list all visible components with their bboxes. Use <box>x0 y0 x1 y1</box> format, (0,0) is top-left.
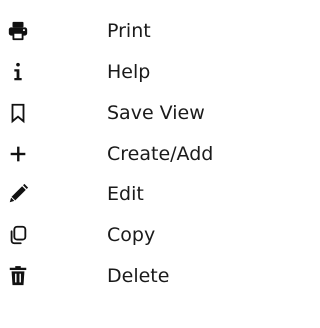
plus-icon <box>6 142 30 166</box>
menu-item-edit[interactable]: Edit <box>0 174 241 214</box>
bookmark-icon <box>6 101 30 125</box>
menu-item-copy[interactable]: Copy <box>0 215 241 255</box>
menu-item-label: Delete <box>107 265 170 287</box>
menu-item-label: Copy <box>107 224 156 246</box>
menu-item-create-add[interactable]: Create/Add <box>0 134 241 174</box>
menu-item-label: Create/Add <box>107 143 214 165</box>
menu-item-help[interactable]: Help <box>0 52 241 92</box>
menu-item-label: Edit <box>107 183 144 205</box>
menu-item-delete[interactable]: Delete <box>0 256 241 296</box>
action-menu: Print Help Save View Create/Add Edit Cop… <box>0 0 241 328</box>
copy-icon <box>6 223 30 247</box>
pencil-icon <box>6 182 30 206</box>
menu-item-label: Print <box>107 20 151 42</box>
menu-item-print[interactable]: Print <box>0 11 241 51</box>
menu-item-label: Save View <box>107 102 205 124</box>
menu-item-label: Help <box>107 61 151 83</box>
trash-icon <box>6 264 30 288</box>
printer-icon <box>6 19 30 43</box>
menu-item-save-view[interactable]: Save View <box>0 93 241 133</box>
info-icon <box>6 60 30 84</box>
